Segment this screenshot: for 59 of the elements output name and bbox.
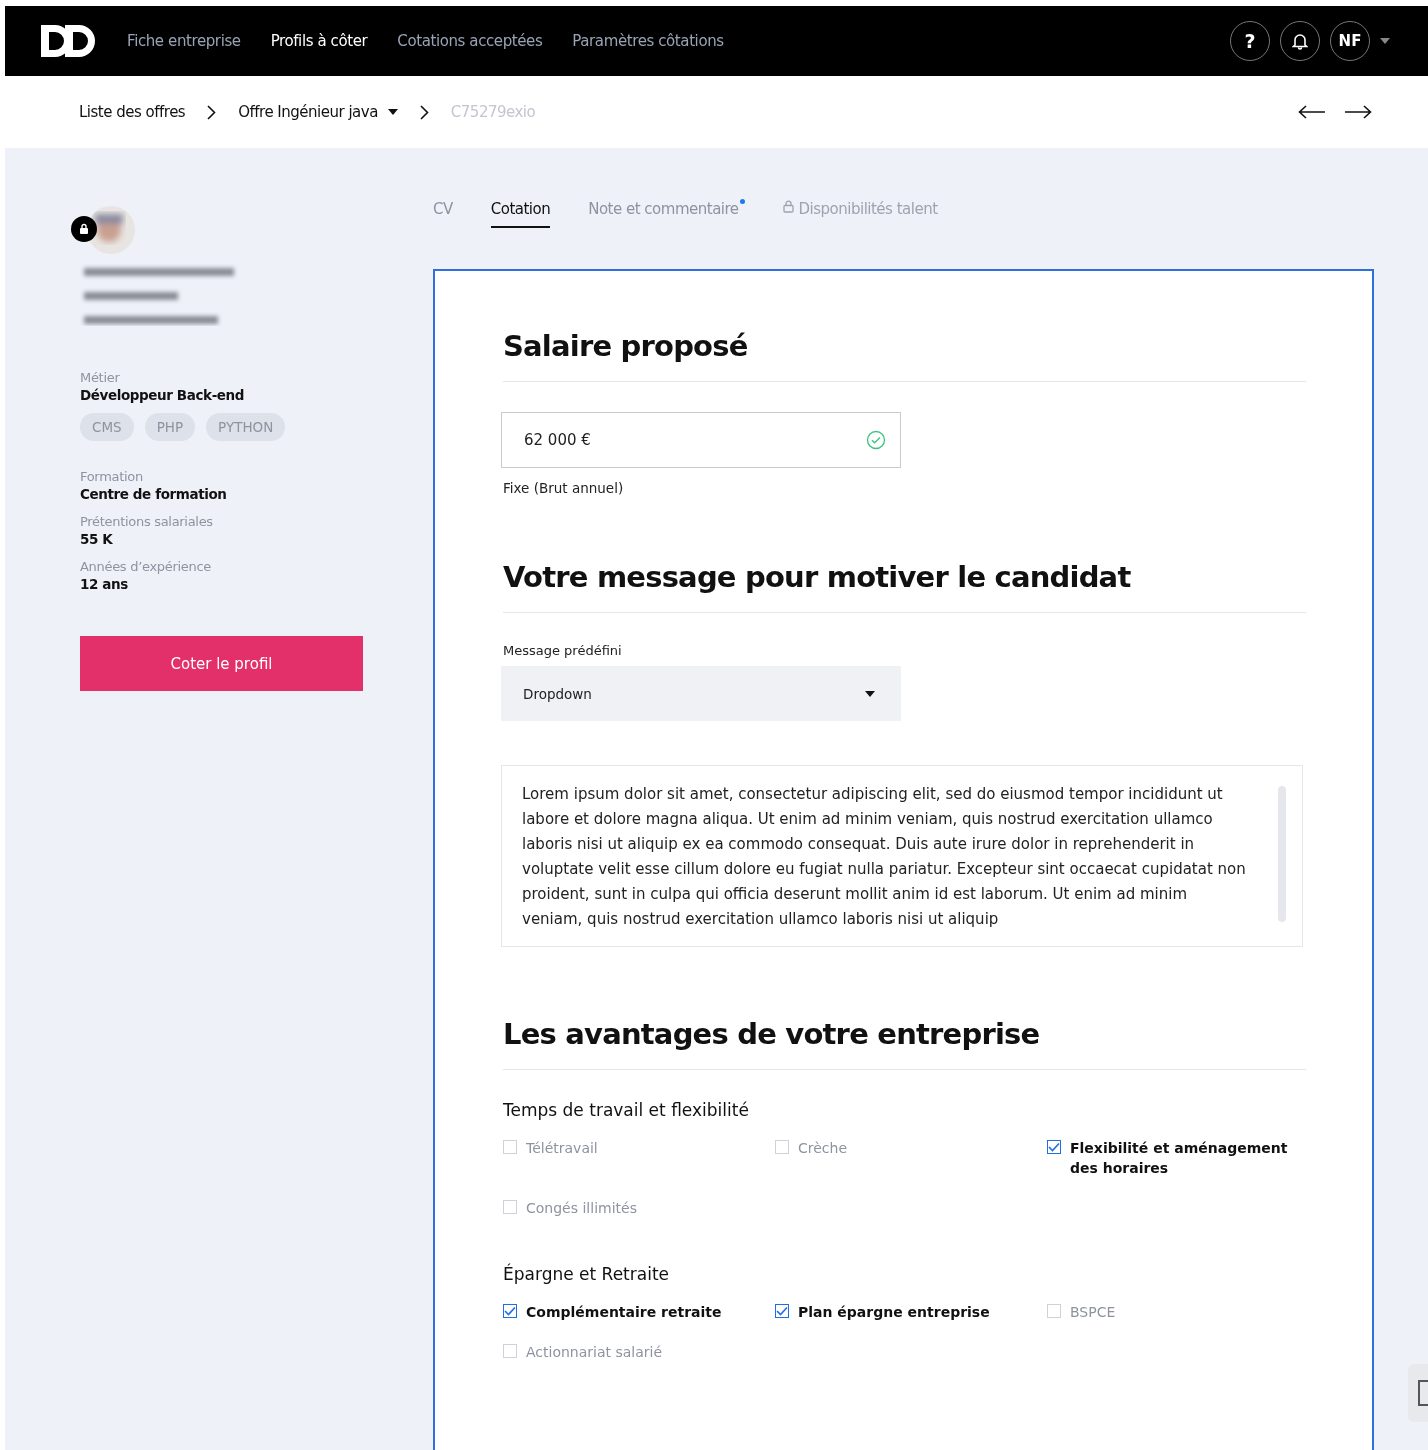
checkbox[interactable] [775, 1304, 789, 1318]
nav-link[interactable]: Fiche entreprise [127, 32, 241, 50]
checkbox-label: Congés illimités [526, 1199, 637, 1218]
checkbox-label: Actionnariat salarié [526, 1343, 663, 1362]
skill-tag: CMS [80, 413, 134, 441]
skill-tag: PYTHON [206, 413, 286, 441]
lock-icon [782, 200, 794, 213]
checkbox-label: Plan épargne entreprise [798, 1303, 990, 1322]
message-dropdown[interactable]: Dropdown [501, 666, 901, 721]
field-caption: Fixe (Brut annuel) [503, 480, 625, 496]
lock-icon [79, 223, 89, 235]
salary-field[interactable]: 62 000 € [501, 412, 901, 468]
field-value: 12 ans [80, 576, 129, 592]
checkbox-label: BSPCE [1070, 1303, 1116, 1322]
chevron-right-icon [419, 104, 429, 120]
checkbox-label: Télétravail [526, 1139, 598, 1158]
arrow-right-icon[interactable] [1344, 105, 1372, 119]
notification-button[interactable] [1280, 21, 1320, 61]
caret-icon [865, 690, 875, 697]
section-title: Les avantages de votre entreprise [503, 1017, 1041, 1053]
section-title: Salaire proposé [503, 329, 749, 365]
caret-icon[interactable] [1380, 38, 1390, 44]
tab[interactable]: Cotation [490, 200, 551, 228]
logo-icon[interactable] [41, 25, 95, 57]
breadcrumb-link[interactable]: Liste des offres [79, 103, 186, 121]
checkbox[interactable] [503, 1304, 517, 1318]
caret-icon [387, 109, 398, 115]
dropdown-label: Message prédéfini [503, 643, 623, 658]
help-button[interactable]: ? [1230, 21, 1270, 61]
field-label: Formation [80, 469, 144, 484]
field-label: Années d’expérience [80, 559, 212, 574]
nav-link[interactable]: Cotations acceptées [397, 32, 543, 50]
checkbox-label: Crèche [798, 1139, 848, 1158]
panel-icon [1418, 1380, 1428, 1406]
salary-value: 62 000 € [524, 431, 591, 449]
field-value: Développeur Back-end [80, 387, 245, 403]
group-title: Temps de travail et flexibilité [503, 1100, 750, 1120]
scrollbar[interactable] [1278, 786, 1286, 922]
field-value: Centre de formation [80, 486, 227, 502]
rate-profile-button[interactable]: Coter le profil [80, 636, 363, 691]
skill-tag: PHP [144, 413, 196, 441]
field-value: 55 K [80, 531, 114, 547]
nav-link[interactable]: Paramètres côtations [572, 32, 724, 50]
message-textarea[interactable]: Lorem ipsum dolor sit amet, consectetur adipiscing elit, sed do eiusmod tempor incididunt ut labore et dolore magna aliqua. Ut enim ad minim veniam, quis nostrud exercitation ullamco laboris nisi ut aliquip ex ea commodo consequat. Duis aute irure dolor in reprehenderit in voluptate velit esse cillum dolore eu fugiat nulla pariatur. Excepteur sint occaecat cupidatat non proident, sunt in culpa qui officia deserunt mollit anim id est laborum. Ut enim ad minim veniam, quis nostrud exercitation ullamco laboris nisi ut aliquip [501, 765, 1303, 947]
side-widget[interactable] [1408, 1364, 1428, 1422]
bell-icon [1292, 32, 1308, 50]
breadcrumb-current: C75279exio [450, 103, 536, 121]
section-title: Votre message pour motiver le candidat [503, 560, 1132, 596]
chevron-right-icon [207, 104, 217, 120]
field-label: Métier [80, 370, 121, 385]
checkbox-label: Complémentaire retraite [526, 1303, 722, 1322]
group-title: Épargne et Retraite [503, 1264, 671, 1284]
user-avatar-button[interactable]: NF [1330, 21, 1370, 61]
arrow-left-icon[interactable] [1298, 105, 1326, 119]
nav-link[interactable]: Profils à côter [270, 32, 368, 50]
breadcrumb-dropdown[interactable]: Offre Ingénieur java [238, 103, 398, 121]
field-label: Prétentions salariales [80, 514, 214, 529]
checkbox-label: Flexibilité et aménagement des horaires [1070, 1139, 1289, 1178]
checkbox[interactable] [1047, 1140, 1061, 1154]
